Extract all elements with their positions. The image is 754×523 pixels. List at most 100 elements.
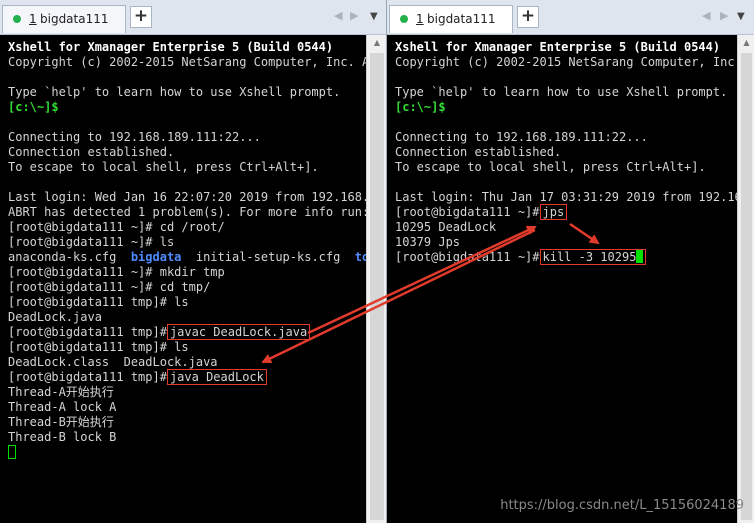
- highlighted-command: jps: [539, 204, 568, 220]
- terminal-line: Thread-A lock A: [8, 400, 366, 415]
- terminal-line: Xshell for Xmanager Enterprise 5 (Build …: [8, 40, 366, 55]
- terminal-text: [root@bigdata111 ~]#: [395, 205, 540, 219]
- highlighted-command: javac DeadLock.java: [166, 324, 311, 340]
- scroll-tabs-right-icon[interactable]: ▶: [720, 9, 728, 22]
- terminal-scrollbar[interactable]: ▲: [366, 35, 387, 523]
- terminal-text: [root@bigdata111 tmp]#: [8, 325, 167, 339]
- terminal-text: Xshell for Xmanager Enterprise 5 (Build …: [395, 40, 721, 54]
- add-tab-button[interactable]: +: [130, 6, 152, 28]
- tab-list-menu-icon[interactable]: ▼: [737, 11, 745, 22]
- terminal-text: Xshell for Xmanager Enterprise 5 (Build …: [8, 40, 334, 54]
- terminal-text: Connecting to 192.168.189.111:22...: [395, 130, 648, 144]
- terminal-line: Copyright (c) 2002-2015 NetSarang Comput…: [8, 55, 366, 70]
- terminal-text: anaconda-ks.cfg: [8, 250, 131, 264]
- terminal-line: Connecting to 192.168.189.111:22...: [8, 130, 366, 145]
- terminal-line: Type `help' to learn how to use Xshell p…: [395, 85, 737, 100]
- highlighted-command: kill -3 10295: [539, 249, 647, 265]
- watermark-url: https://blog.csdn.net/L_15156024189: [500, 498, 744, 513]
- terminal-text: To escape to local shell, press Ctrl+Alt…: [395, 160, 706, 174]
- scrollbar-thumb[interactable]: [370, 53, 384, 520]
- scrollbar-thumb[interactable]: [741, 53, 752, 520]
- terminal-text: Copyright (c) 2002-2015 NetSarang Comput…: [395, 55, 737, 69]
- terminal-text: [c:\~]$: [8, 100, 59, 114]
- terminal-text: [root@bigdata111 ~]# mkdir tmp: [8, 265, 225, 279]
- terminal-output[interactable]: Xshell for Xmanager Enterprise 5 (Build …: [0, 35, 366, 523]
- terminal-line: 10295 DeadLock: [395, 220, 737, 235]
- terminal-line: Type `help' to learn how to use Xshell p…: [8, 85, 366, 100]
- scroll-tabs-left-icon[interactable]: ◀: [702, 9, 710, 22]
- scroll-up-icon[interactable]: ▲: [367, 35, 387, 51]
- scroll-up-icon[interactable]: ▲: [738, 35, 754, 51]
- terminal-text: DeadLock.class DeadLock.java: [8, 355, 218, 369]
- terminal-text: 10379 Jps: [395, 235, 461, 249]
- terminal-output[interactable]: Xshell for Xmanager Enterprise 5 (Build …: [387, 35, 737, 523]
- add-tab-button[interactable]: +: [517, 6, 539, 28]
- scroll-tabs-left-icon[interactable]: ◀: [334, 9, 342, 22]
- terminal-lines: Xshell for Xmanager Enterprise 5 (Build …: [8, 40, 366, 460]
- terminal-line: [root@bigdata111 ~]# kill -3 10295: [395, 249, 737, 265]
- scroll-tabs-right-icon[interactable]: ▶: [350, 9, 358, 22]
- terminal-line: Xshell for Xmanager Enterprise 5 (Build …: [395, 40, 737, 55]
- terminal-text: [root@bigdata111 ~]# ls: [8, 235, 175, 249]
- terminal-line: [root@bigdata111 tmp]# javac DeadLock.jav…: [8, 324, 366, 340]
- tab-list-menu-icon[interactable]: ▼: [370, 11, 378, 22]
- terminal-text: ABRT has detected 1 problem(s). For more…: [8, 205, 366, 219]
- terminal-text: To escape to local shell, press Ctrl+Alt…: [8, 160, 319, 174]
- terminal-scrollbar[interactable]: ▲: [737, 35, 754, 523]
- terminal-text: [c:\~]$: [395, 100, 446, 114]
- terminal-line: Connecting to 192.168.189.111:22...: [395, 130, 737, 145]
- terminal-line: [8, 445, 366, 460]
- terminal-text: 10295 DeadLock: [395, 220, 497, 234]
- terminal-text: [root@bigdata111 ~]#: [395, 250, 540, 264]
- terminal-line: Last login: Wed Jan 16 22:07:20 2019 fro…: [8, 190, 366, 205]
- terminal-line: DeadLock.java: [8, 310, 366, 325]
- terminal-text: Connecting to 192.168.189.111:22...: [8, 130, 261, 144]
- terminal-line: [root@bigdata111 tmp]# java DeadLock: [8, 369, 366, 385]
- terminal-line: ABRT has detected 1 problem(s). For more…: [8, 205, 366, 220]
- terminal-line: DeadLock.class DeadLock.java: [8, 355, 366, 370]
- right-session-pane: 1 bigdata111 + ◀ ▶ ▼ Xshell for Xmanager…: [387, 0, 754, 523]
- terminal-text: Thread-B lock B: [8, 430, 117, 444]
- terminal-line: Copyright (c) 2002-2015 NetSarang Comput…: [395, 55, 737, 70]
- terminal-line: Thread-B lock B: [8, 430, 366, 445]
- terminal-text: Thread-B开始执行: [8, 415, 114, 429]
- terminal-line: [root@bigdata111 ~]# mkdir tmp: [8, 265, 366, 280]
- terminal-text: Last login: Wed Jan 16 22:07:20 2019 fro…: [8, 190, 366, 204]
- terminal-line: To escape to local shell, press Ctrl+Alt…: [395, 160, 737, 175]
- terminal-text: [root@bigdata111 ~]# cd tmp/: [8, 280, 211, 294]
- terminal-text: bigdata: [130, 250, 182, 264]
- session-tab[interactable]: 1 bigdata111: [389, 5, 513, 33]
- terminal-line: Last login: Thu Jan 17 03:31:29 2019 fro…: [395, 190, 737, 205]
- left-session-pane: 1 bigdata111 + ◀ ▶ ▼ Xshell for Xmanager…: [0, 0, 387, 523]
- terminal-text: Type `help' to learn how to use Xshell p…: [395, 85, 728, 99]
- tab-label: bigdata111: [40, 12, 109, 26]
- connected-status-icon: [13, 15, 21, 23]
- terminal-text: [root@bigdata111 tmp]# ls: [8, 295, 189, 309]
- terminal-line: [root@bigdata111 ~]# ls: [8, 235, 366, 250]
- terminal-text: DeadLock.java: [8, 310, 102, 324]
- highlighted-command: java DeadLock: [166, 369, 267, 385]
- terminal-text: to: [354, 250, 366, 264]
- tab-bar: 1 bigdata111 + ◀ ▶ ▼: [0, 0, 386, 35]
- terminal-line: [root@bigdata111 ~]# cd /root/: [8, 220, 366, 235]
- terminal-line: [c:\~]$: [8, 100, 366, 115]
- cursor-icon: [8, 445, 16, 459]
- terminal-text: Connection established.: [8, 145, 175, 159]
- tab-label: bigdata111: [427, 12, 496, 26]
- terminal-text: [root@bigdata111 tmp]# ls: [8, 340, 189, 354]
- terminal-line: Connection established.: [8, 145, 366, 160]
- terminal-line: 10379 Jps: [395, 235, 737, 250]
- terminal-text: Last login: Thu Jan 17 03:31:29 2019 fro…: [395, 190, 737, 204]
- session-tab[interactable]: 1 bigdata111: [2, 5, 126, 33]
- terminal-text: [root@bigdata111 ~]# cd /root/: [8, 220, 225, 234]
- terminal-line: Thread-B开始执行: [8, 415, 366, 430]
- terminal-lines: Xshell for Xmanager Enterprise 5 (Build …: [395, 40, 737, 265]
- terminal-text: Copyright (c) 2002-2015 NetSarang Comput…: [8, 55, 366, 69]
- terminal-text: initial-setup-ks.cfg: [181, 250, 355, 264]
- cursor-icon: [636, 250, 644, 263]
